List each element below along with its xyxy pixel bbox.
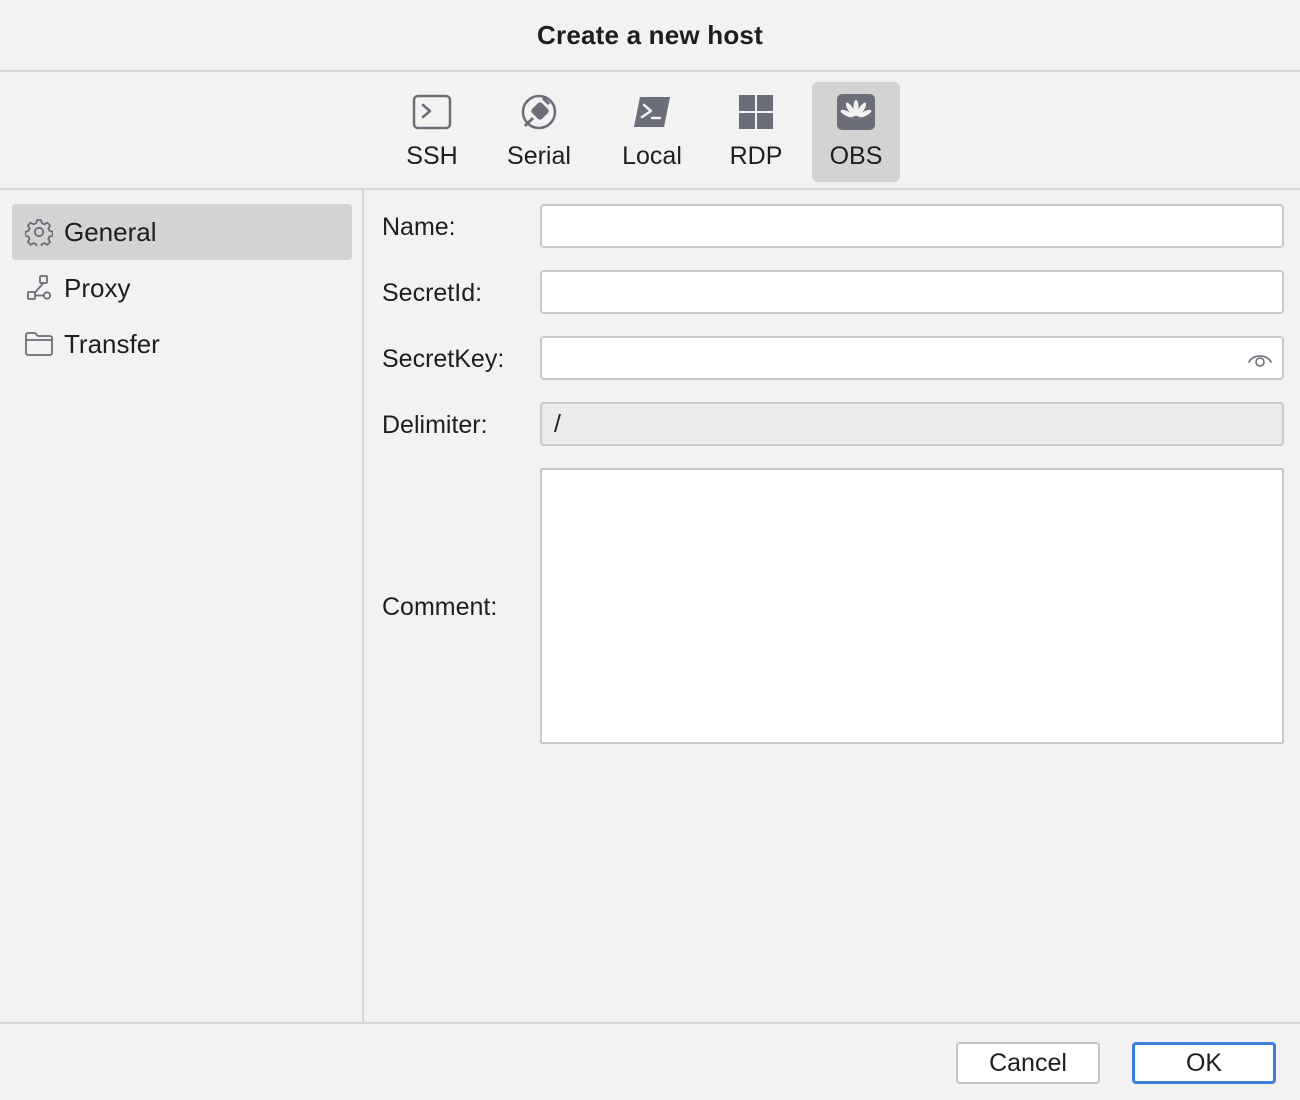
ok-button[interactable]: OK <box>1132 1042 1276 1084</box>
sidebar-item-label: Proxy <box>64 272 131 303</box>
sidebar-item-label: General <box>64 216 157 247</box>
host-type-rdp[interactable]: RDP <box>726 82 786 182</box>
host-type-label: OBS <box>829 142 883 170</box>
folder-icon <box>24 329 54 359</box>
sidebar-item-proxy[interactable]: Proxy <box>12 260 352 316</box>
secretid-label: SecretId: <box>382 279 483 307</box>
host-type-label: Local <box>622 142 682 170</box>
host-type-toolbar: SSH Serial Local RDP OBS <box>0 72 1300 190</box>
sidebar-item-label: Transfer <box>64 328 160 359</box>
sidebar-item-transfer[interactable]: Transfer <box>12 316 352 372</box>
host-type-obs[interactable]: OBS <box>812 82 900 182</box>
general-form: Name: SecretId: SecretKey: Delimiter: Co… <box>366 190 1300 1022</box>
comment-textarea[interactable] <box>540 468 1284 744</box>
gear-icon <box>24 217 54 247</box>
delimiter-label: Delimiter: <box>382 411 488 439</box>
plug-icon <box>519 92 559 132</box>
comment-label: Comment: <box>382 593 498 621</box>
secretkey-label: SecretKey: <box>382 345 505 373</box>
host-type-label: SSH <box>406 142 458 170</box>
dialog-footer: Cancel OK <box>0 1022 1300 1100</box>
name-label: Name: <box>382 213 456 241</box>
terminal-icon <box>412 92 452 132</box>
settings-sidebar: General Proxy Transfer <box>0 190 364 1022</box>
secretkey-input[interactable] <box>540 336 1284 380</box>
secretid-input[interactable] <box>540 270 1284 314</box>
cancel-button[interactable]: Cancel <box>956 1042 1100 1084</box>
host-type-ssh[interactable]: SSH <box>400 82 464 182</box>
delimiter-input[interactable] <box>540 402 1284 446</box>
host-type-serial[interactable]: Serial <box>500 82 578 182</box>
show-password-eye-icon[interactable] <box>1246 346 1274 374</box>
huawei-icon <box>836 92 876 132</box>
dialog-title: Create a new host <box>0 0 1300 72</box>
powershell-icon <box>632 92 672 132</box>
host-type-label: Serial <box>507 142 571 170</box>
name-input[interactable] <box>540 204 1284 248</box>
sidebar-item-general[interactable]: General <box>12 204 352 260</box>
host-type-local[interactable]: Local <box>614 82 690 182</box>
windows-icon <box>736 92 776 132</box>
network-icon <box>24 273 54 303</box>
host-type-label: RDP <box>729 142 783 170</box>
create-host-dialog: Create a new host SSH Serial Local RDP O… <box>0 0 1300 1100</box>
